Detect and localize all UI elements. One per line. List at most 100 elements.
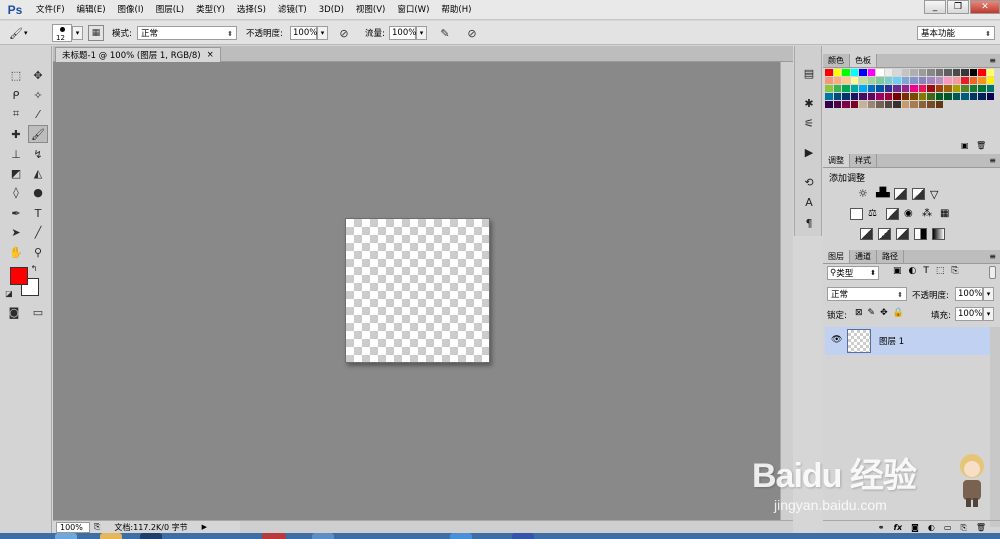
pen-icon[interactable]: ✒: [6, 204, 26, 222]
horizontal-scrollbar[interactable]: [240, 520, 793, 533]
tool-presets-icon[interactable]: ⚟: [799, 114, 819, 132]
taskbar-item[interactable]: [450, 533, 472, 539]
levels-icon[interactable]: ▟▙: [876, 188, 890, 200]
color-swatch[interactable]: [978, 77, 986, 84]
color-swatch[interactable]: [918, 101, 926, 108]
filter-toggle-switch[interactable]: [989, 266, 996, 279]
adjustment-filter-icon[interactable]: ◐: [909, 266, 917, 276]
restore-button[interactable]: ❐: [947, 0, 969, 14]
color-swatch[interactable]: [825, 101, 833, 108]
character-icon[interactable]: A: [799, 193, 819, 211]
color-swatch[interactable]: [867, 101, 875, 108]
color-swatch[interactable]: [850, 101, 858, 108]
zoom-icon[interactable]: ⚲: [28, 243, 48, 261]
color-swatch[interactable]: [842, 77, 850, 84]
color-swatch[interactable]: [901, 85, 909, 92]
layer-opacity-dropdown[interactable]: ▾: [983, 287, 994, 301]
taskbar-item[interactable]: [512, 533, 534, 539]
color-swatch[interactable]: [910, 101, 918, 108]
menu-select[interactable]: 选择(S): [231, 0, 272, 20]
pixel-filter-icon[interactable]: ▣: [893, 266, 902, 276]
eyedropper-icon[interactable]: ⁄: [28, 105, 48, 123]
color-swatch[interactable]: [952, 77, 960, 84]
color-swatch[interactable]: [850, 69, 858, 76]
panel-menu-icon[interactable]: ≡: [989, 156, 996, 165]
paragraph-icon[interactable]: ¶: [799, 214, 819, 232]
color-swatch[interactable]: [859, 69, 867, 76]
color-swatch[interactable]: [986, 85, 994, 92]
trash-icon[interactable]: 🗑: [976, 523, 986, 532]
color-swatch[interactable]: [850, 77, 858, 84]
color-swatch[interactable]: [833, 101, 841, 108]
gradient-map-icon[interactable]: [932, 228, 945, 240]
tab-styles[interactable]: 样式: [850, 154, 877, 167]
blend-mode-select[interactable]: 正常 ⬍: [827, 287, 907, 301]
color-swatch[interactable]: [901, 101, 909, 108]
color-swatch[interactable]: [825, 85, 833, 92]
menu-file[interactable]: 文件(F): [30, 0, 71, 20]
airbrush-toggle[interactable]: ✎: [437, 25, 453, 41]
new-layer-icon[interactable]: ⎘: [960, 523, 966, 533]
color-swatch[interactable]: [961, 93, 969, 100]
color-swatch[interactable]: [850, 85, 858, 92]
color-swatch[interactable]: [867, 93, 875, 100]
marquee-icon[interactable]: ⬚: [6, 66, 26, 84]
lock-position-icon[interactable]: ✥: [880, 308, 888, 318]
trash-icon[interactable]: 🗑: [976, 141, 986, 150]
color-swatch[interactable]: [969, 85, 977, 92]
vibrance-icon[interactable]: ▽: [930, 188, 943, 201]
color-swatch[interactable]: [961, 69, 969, 76]
blur-icon[interactable]: ◊: [6, 183, 26, 201]
new-swatch-icon[interactable]: ▣: [961, 141, 969, 150]
color-swatch[interactable]: [867, 69, 875, 76]
layer-opacity-input[interactable]: 100%: [955, 287, 983, 301]
color-swatch[interactable]: [867, 77, 875, 84]
color-swatch[interactable]: [833, 85, 841, 92]
panel-menu-icon[interactable]: ≡: [989, 56, 996, 65]
color-swatch[interactable]: [944, 85, 952, 92]
move-icon[interactable]: ✥: [28, 66, 48, 84]
crop-icon[interactable]: ⌗: [6, 105, 26, 123]
curves-icon[interactable]: [894, 188, 907, 200]
default-colors-icon[interactable]: ◪: [3, 287, 15, 299]
opacity-dropdown[interactable]: ▾: [317, 26, 328, 40]
color-swatch[interactable]: [825, 69, 833, 76]
color-swatch[interactable]: [961, 85, 969, 92]
color-lookup-icon[interactable]: ▦: [940, 208, 953, 220]
minimize-button[interactable]: _: [924, 0, 946, 14]
mask-icon[interactable]: ◙: [911, 523, 919, 532]
quick-mask-icon[interactable]: ◙: [4, 303, 24, 321]
color-swatch[interactable]: [901, 93, 909, 100]
layer-filter-select[interactable]: ⚲ 类型 ⬍: [827, 266, 879, 280]
color-swatch[interactable]: [876, 85, 884, 92]
close-icon[interactable]: ×: [207, 50, 214, 60]
color-swatch[interactable]: [910, 85, 918, 92]
tool-preset-picker[interactable]: 🖌 ▾: [8, 25, 28, 41]
color-swatch[interactable]: [910, 93, 918, 100]
menu-layer[interactable]: 图层(L): [150, 0, 190, 20]
brush-panel-toggle[interactable]: ▦: [88, 25, 104, 41]
menu-edit[interactable]: 编辑(E): [71, 0, 112, 20]
color-swatch[interactable]: [927, 69, 935, 76]
color-swatch[interactable]: [978, 93, 986, 100]
color-swatch[interactable]: [859, 101, 867, 108]
color-swatch[interactable]: [927, 101, 935, 108]
dodge-icon[interactable]: ●: [28, 183, 48, 201]
color-swatch[interactable]: [986, 69, 994, 76]
line-icon[interactable]: ╱: [28, 223, 48, 241]
panel-menu-icon[interactable]: ≡: [989, 252, 996, 261]
type-filter-icon[interactable]: T: [923, 266, 929, 276]
color-swatch[interactable]: [952, 69, 960, 76]
color-swatch[interactable]: [867, 85, 875, 92]
black-white-icon[interactable]: [886, 208, 899, 220]
brush-preset-picker[interactable]: 12 ▾: [52, 24, 83, 42]
flow-input[interactable]: 100%: [389, 26, 416, 40]
color-swatch[interactable]: [833, 93, 841, 100]
color-swatch[interactable]: [969, 77, 977, 84]
exposure-icon[interactable]: [912, 188, 925, 200]
flow-dropdown[interactable]: ▾: [416, 26, 427, 40]
hand-icon[interactable]: ✋: [6, 243, 26, 261]
color-swatch[interactable]: [850, 93, 858, 100]
color-swatch[interactable]: [893, 101, 901, 108]
workspace-select[interactable]: 基本功能 ⬍: [917, 26, 995, 40]
